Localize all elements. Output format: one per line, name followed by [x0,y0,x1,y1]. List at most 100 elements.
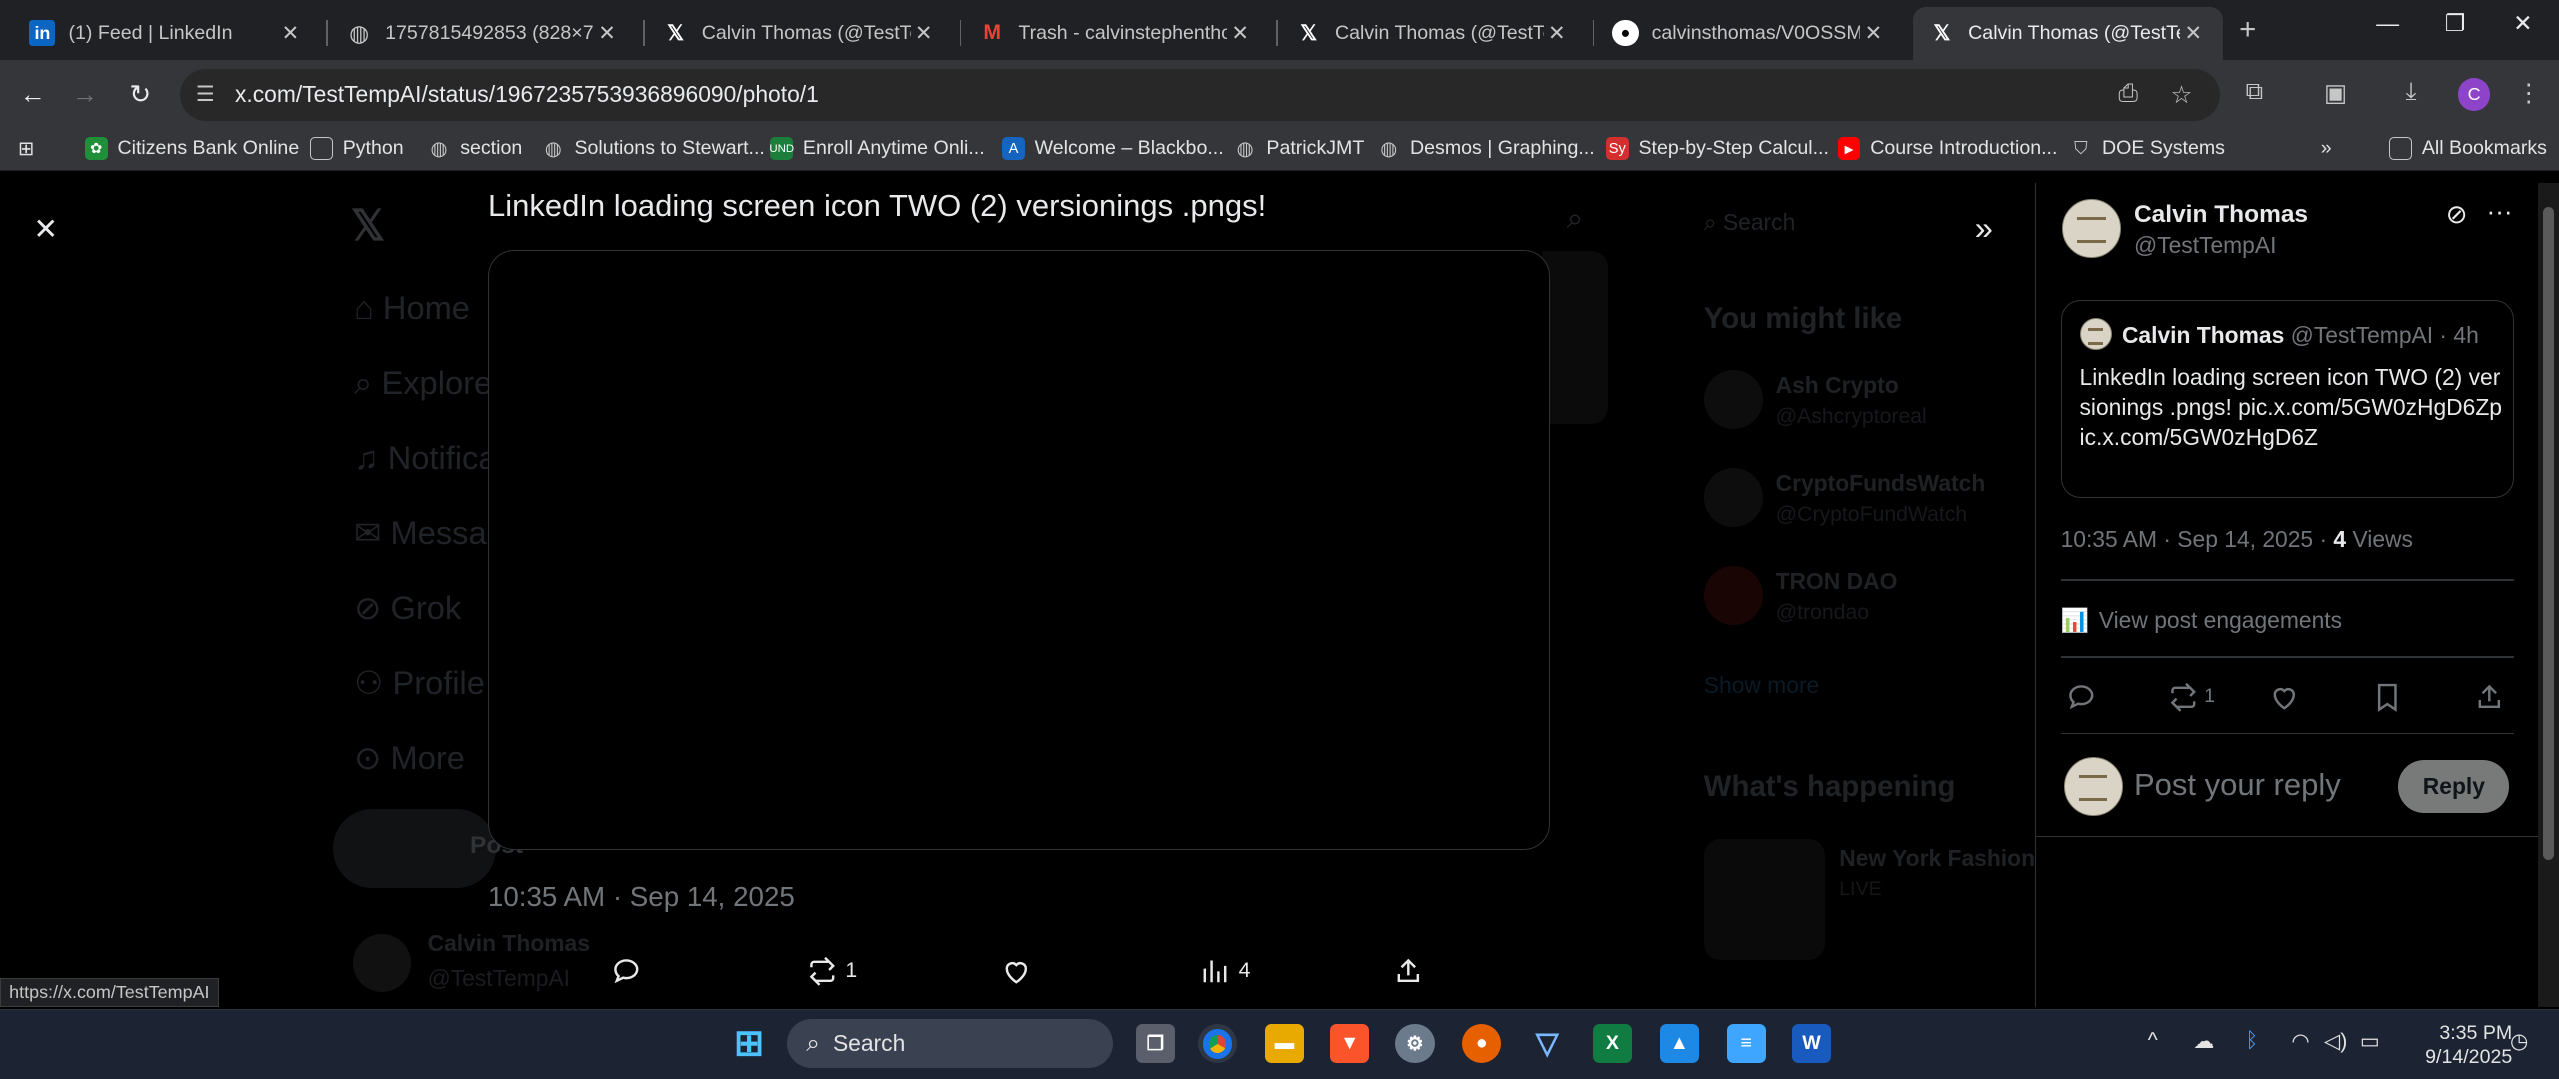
all-bookmarks[interactable]: All Bookmarks [2389,137,2547,160]
x-icon: 𝕏 [1300,21,1318,45]
bluetooth-icon[interactable]: ᛒ [2246,1029,2259,1053]
downloads-icon[interactable]: ⤓ [2406,78,2417,106]
author-name[interactable]: Calvin Thomas [2134,201,2308,229]
tray-overflow-icon[interactable]: ^ [2148,1029,2158,1053]
bookmark-enroll[interactable]: UND Enroll Anytime Onli... [769,137,985,160]
tab-github[interactable]: ● calvinsthomas/V0OSSMAI ✕ [1596,7,1903,61]
panel-bookmark-button[interactable] [2371,681,2404,714]
author-avatar[interactable] [2062,199,2121,258]
panel-reply-button[interactable] [2065,681,2098,714]
photos-icon[interactable]: ▲ [1659,1024,1699,1064]
share-button[interactable] [1392,955,1425,988]
bookmark-stewart[interactable]: ◍ Solutions to Stewart... [542,137,765,160]
site-info-icon[interactable]: ☰ [196,82,215,107]
divider [2060,579,2515,581]
close-media-button[interactable]: ✕ [29,212,62,246]
brave-icon[interactable]: ▼ [1330,1024,1370,1064]
panel-repost-button[interactable]: 1 [2167,681,2215,714]
panel-like-button[interactable] [2268,681,2301,714]
clock-time: 3:35 PM [2439,1021,2513,1044]
quoted-post[interactable]: Calvin Thomas @TestTempAI · 4h LinkedIn … [2060,300,2515,498]
word-icon[interactable]: W [1791,1024,1832,1064]
bookmark-blackboard[interactable]: A Welcome – Blackbo... [1002,137,1224,160]
volume-icon[interactable]: ◁) [2324,1029,2347,1054]
scrollbar-thumb[interactable] [2542,207,2555,861]
bookmark-symbolab[interactable]: Sy Step-by-Step Calcul... [1605,137,1829,160]
reply-input[interactable]: Post your reply [2134,767,2341,803]
media-image[interactable] [487,249,1551,851]
collapse-panel-icon[interactable]: » [1975,209,1993,247]
onedrive-icon[interactable]: ☁ [2193,1029,2214,1054]
grok-icon[interactable]: ⊘ [2446,199,2468,230]
extensions-icon[interactable]: ⧉ [2246,78,2263,106]
bookmark-course[interactable]: ▶ Course Introduction... [1837,137,2057,160]
taskbar-search-label: Search [832,1030,906,1057]
bookmark-patrickjmt[interactable]: ◍ PatrickJMT [1234,137,1365,160]
profile-avatar[interactable]: C [2457,78,2491,111]
address-bar[interactable]: ☰ x.com/TestTempAI/status/19672357539368… [179,68,2220,121]
more-bookmarks-icon[interactable]: » [2321,137,2332,160]
tab-x-1[interactable]: 𝕏 Calvin Thomas (@TestTempAI) ✕ [646,7,953,61]
bookmark-desmos[interactable]: ◍ Desmos | Graphing... [1377,137,1594,160]
divider [2060,656,2515,658]
chrome-icon[interactable] [1197,1024,1238,1064]
close-tab-icon[interactable]: ✕ [1860,21,1886,46]
tab-title: Calvin Thomas (@TestTempAI) [1334,21,1544,44]
minimize-button[interactable]: — [2376,10,2399,37]
install-app-icon[interactable]: ⎙ [2118,80,2138,108]
vpn-icon[interactable]: ▽ [1528,1024,1567,1063]
clock[interactable]: 3:35 PM 9/14/2025 [2425,1021,2512,1070]
scrollbar[interactable] [2537,182,2559,1007]
notepad-icon[interactable]: ≡ [1726,1024,1766,1064]
start-button-icon[interactable]: ⊞ [730,1023,769,1063]
close-tab-icon[interactable]: ✕ [1544,21,1570,46]
tab-x-2[interactable]: 𝕏 Calvin Thomas (@TestTempAI) ✕ [1279,7,1586,61]
close-tab-icon[interactable]: ✕ [2180,21,2206,46]
battery-icon[interactable]: ▭ [2360,1029,2380,1054]
back-button[interactable]: ← [13,75,52,114]
settings-icon[interactable]: ⚙ [1395,1024,1435,1064]
clock-date: 9/14/2025 [2425,1046,2513,1069]
media-icon[interactable]: ▣ [2324,78,2347,108]
x-icon: 𝕏 [1933,21,1951,45]
more-options-icon[interactable]: ··· [2487,196,2513,227]
close-tab-icon[interactable]: ✕ [277,21,303,46]
apps-icon[interactable]: ⊞ [18,137,34,161]
tab-linkedin[interactable]: in (1) Feed | LinkedIn ✕ [13,7,320,61]
tab-x-active[interactable]: 𝕏 Calvin Thomas (@TestTempAI) ✕ [1912,6,2223,61]
bookmark-python[interactable]: Python [310,137,404,160]
author-handle[interactable]: @TestTempAI [2134,232,2276,259]
task-view-icon[interactable]: ❐ [1135,1024,1176,1064]
panel-share-button[interactable] [2473,681,2506,714]
wifi-icon[interactable]: ◠ [2291,1029,2310,1054]
reload-button[interactable]: ↻ [121,75,160,114]
reply-button[interactable]: Reply [2398,760,2510,813]
close-tab-icon[interactable]: ✕ [1227,21,1253,46]
repost-button[interactable]: 1 [806,955,857,988]
reply-button[interactable] [610,955,643,988]
excel-icon[interactable]: X [1592,1024,1632,1064]
taskbar-search[interactable]: ⌕ Search [786,1019,1113,1069]
new-tab-button[interactable]: + [2239,13,2256,47]
bookmark-star-icon[interactable]: ☆ [2171,80,2193,110]
restore-button[interactable]: ❐ [2445,10,2465,37]
close-tab-icon[interactable]: ✕ [594,21,620,46]
close-window-button[interactable]: ✕ [2513,10,2532,37]
tab-gmail[interactable]: M Trash - calvinstephenthomas ✕ [963,7,1270,61]
firefox-icon[interactable]: ● [1462,1024,1502,1064]
bookmark-doe[interactable]: ⛉ DOE Systems [2069,137,2225,160]
menu-icon[interactable]: ⋮ [2517,78,2541,108]
tab-image[interactable]: ◍ 1757815492853 (828×712) ✕ [330,7,637,61]
post-detail-panel: Calvin Thomas @TestTempAI ⊘ ··· Calvin T… [2035,182,2559,1007]
view-engagements-link[interactable]: 📊 View post engagements [2061,607,2342,634]
file-explorer-icon[interactable]: ▬ [1264,1024,1304,1064]
views-button[interactable]: 4 [1198,955,1250,988]
notifications-icon[interactable]: ◷ [2510,1029,2529,1054]
divider [2036,835,2559,838]
forward-button[interactable]: → [65,75,104,114]
citizens-icon: ✿ [84,137,108,160]
bookmark-section[interactable]: ◍ section [428,137,522,160]
bookmark-citizens[interactable]: ✿ Citizens Bank Online [84,137,299,160]
close-tab-icon[interactable]: ✕ [911,21,937,46]
like-button[interactable] [1000,955,1033,988]
